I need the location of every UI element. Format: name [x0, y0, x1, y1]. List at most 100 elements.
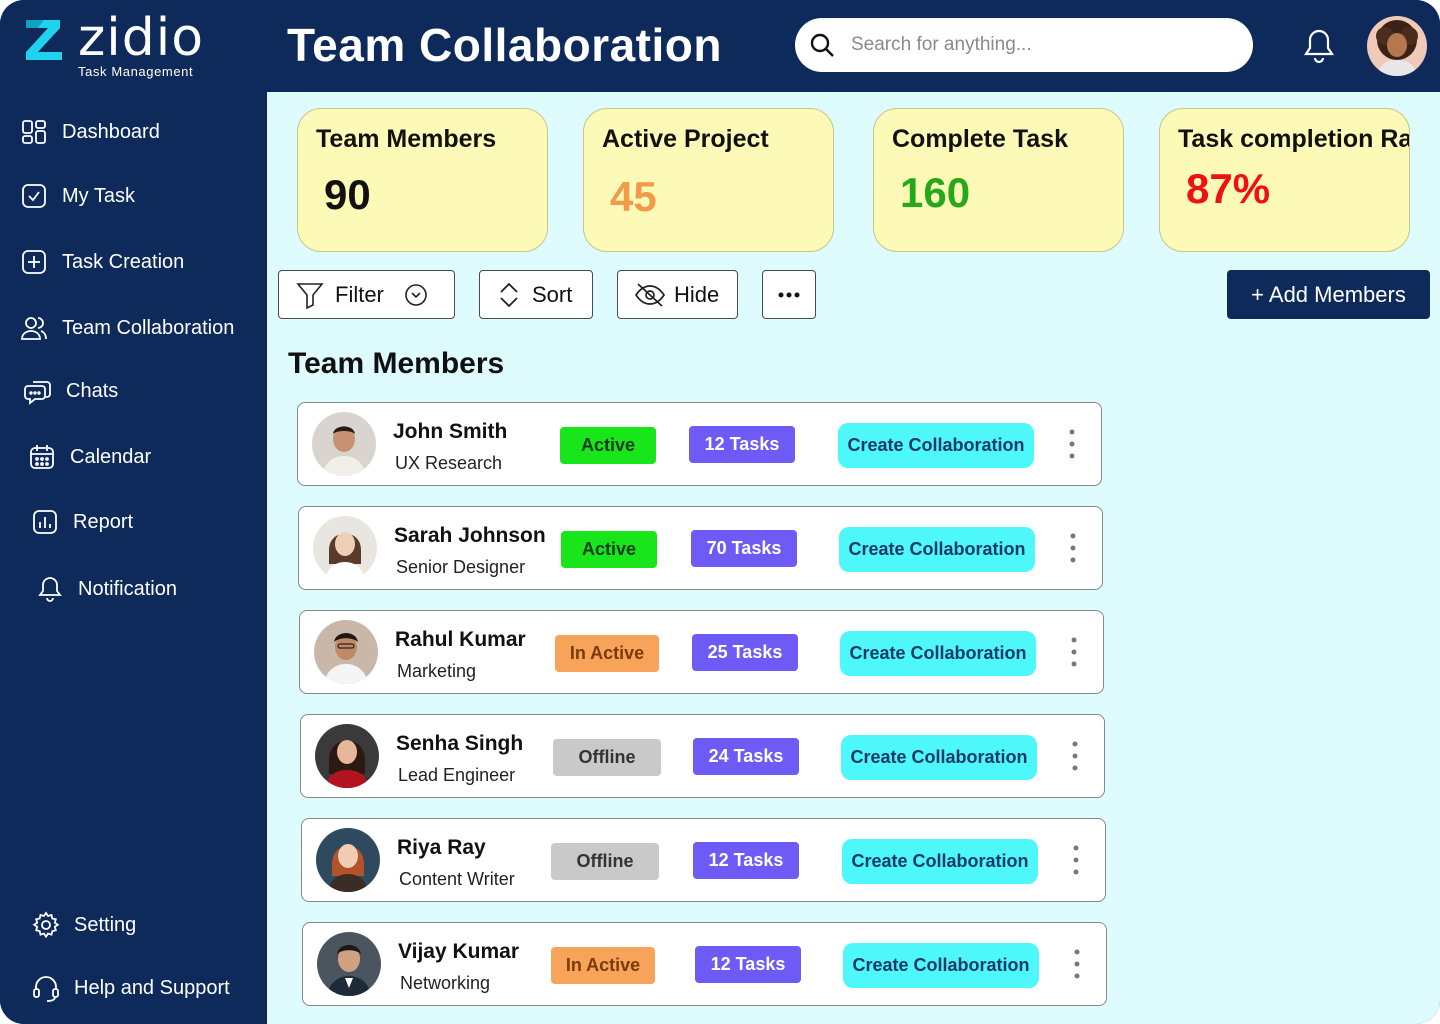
chevron-down-circle-icon: [405, 283, 427, 306]
filter-button[interactable]: Filter: [278, 270, 455, 319]
status-badge: Offline: [553, 739, 661, 776]
member-row: Senha Singh Lead Engineer Offline 24 Tas…: [300, 714, 1105, 798]
task-count-badge: 12 Tasks: [695, 946, 801, 983]
more-vertical-icon[interactable]: [1065, 427, 1079, 461]
more-vertical-icon[interactable]: [1068, 739, 1082, 773]
status-badge: In Active: [555, 635, 659, 672]
member-avatar: [313, 516, 377, 580]
member-role: Networking: [400, 973, 491, 993]
member-row: John Smith UX Research Active 12 Tasks C…: [297, 402, 1102, 486]
headset-icon: [33, 976, 59, 1002]
sidebar-item-task-creation[interactable]: Task Creation: [20, 248, 184, 276]
create-collaboration-button[interactable]: Create Collaboration: [843, 943, 1039, 988]
add-members-button[interactable]: + Add Members: [1227, 270, 1430, 319]
sidebar-item-label: Report: [73, 510, 134, 533]
filter-label: Filter: [335, 281, 384, 307]
user-avatar[interactable]: [1367, 16, 1427, 76]
eye-off-icon: [634, 282, 666, 307]
sidebar-item-my-task[interactable]: My Task: [20, 182, 135, 210]
sidebar-item-setting[interactable]: Setting: [32, 911, 136, 939]
status-badge: Offline: [551, 843, 659, 880]
member-row: Riya Ray Content Writer Offline 12 Tasks…: [301, 818, 1106, 902]
more-vertical-icon[interactable]: [1066, 531, 1080, 565]
task-count-badge: 70 Tasks: [691, 530, 797, 567]
member-name: Riya Ray: [397, 836, 486, 859]
member-role: UX Research: [395, 453, 503, 473]
member-avatar: [312, 412, 376, 476]
task-count-badge: 12 Tasks: [689, 426, 795, 463]
more-vertical-icon[interactable]: [1067, 635, 1081, 669]
create-collaboration-button[interactable]: Create Collaboration: [839, 527, 1035, 572]
member-role: Lead Engineer: [398, 765, 516, 785]
gear-icon: [32, 911, 60, 939]
search-input[interactable]: [851, 34, 1221, 56]
check-square-icon: [22, 184, 46, 208]
more-horizontal-icon: [778, 292, 800, 297]
search-bar[interactable]: [795, 18, 1253, 72]
sidebar-item-label: Help and Support: [74, 976, 230, 999]
top-header: Team Collaboration: [267, 0, 1440, 92]
filter-icon: [296, 282, 324, 309]
member-name: Vijay Kumar: [398, 940, 520, 963]
status-badge: In Active: [551, 947, 655, 984]
hide-button[interactable]: Hide: [617, 270, 738, 319]
stat-label: Complete Task: [892, 125, 1068, 153]
sidebar-item-report[interactable]: Report: [31, 508, 133, 536]
member-avatar: [317, 932, 381, 996]
member-name: Rahul Kumar: [395, 628, 526, 651]
users-icon: [21, 317, 47, 340]
notification-bell-icon[interactable]: [1303, 28, 1335, 64]
calendar-icon: [30, 445, 54, 469]
sidebar-item-chats[interactable]: Chats: [24, 377, 118, 405]
sidebar: zidio Task Management Dashboard My Task …: [0, 0, 267, 1024]
member-row: Vijay Kumar Networking In Active 12 Task…: [302, 922, 1107, 1006]
search-icon: [810, 33, 834, 57]
main-content: Team Members 90 Active Project 45 Comple…: [267, 92, 1440, 1024]
sidebar-item-notification[interactable]: Notification: [36, 575, 177, 603]
create-collaboration-button[interactable]: Create Collaboration: [840, 631, 1036, 676]
stat-card-active-project: Active Project 45: [583, 108, 834, 252]
create-collaboration-button[interactable]: Create Collaboration: [841, 735, 1037, 780]
stat-card-complete-task: Complete Task 160: [873, 108, 1124, 252]
bell-icon: [38, 577, 62, 602]
stat-card-team-members: Team Members 90: [297, 108, 548, 252]
more-vertical-icon[interactable]: [1069, 843, 1083, 877]
sidebar-item-label: Dashboard: [62, 120, 160, 143]
task-count-badge: 25 Tasks: [692, 634, 798, 671]
app-window: zidio Task Management Dashboard My Task …: [0, 0, 1440, 1024]
member-avatar: [315, 724, 379, 788]
chat-icon: [24, 381, 51, 405]
stat-value: 160: [900, 169, 971, 216]
sort-icon: [500, 282, 518, 307]
brand-logo[interactable]: zidio Task Management: [24, 8, 224, 84]
sidebar-item-help-and-support[interactable]: Help and Support: [32, 974, 230, 1002]
sidebar-item-label: Notification: [78, 577, 177, 600]
sidebar-item-label: Task Creation: [62, 250, 185, 273]
sort-button[interactable]: Sort: [479, 270, 593, 319]
sidebar-item-dashboard[interactable]: Dashboard: [20, 118, 160, 146]
member-name: Senha Singh: [396, 732, 524, 755]
task-count-badge: 24 Tasks: [693, 738, 799, 775]
stat-label: Active Project: [602, 125, 769, 153]
create-collaboration-button[interactable]: Create Collaboration: [842, 839, 1038, 884]
stat-card-task-completion-rate: Task completion Rate 87%: [1159, 108, 1410, 252]
hide-label: Hide: [674, 281, 720, 307]
zidio-logo-icon: [26, 20, 62, 60]
member-row: Sarah Johnson Senior Designer Active 70 …: [298, 506, 1103, 590]
sidebar-item-label: Setting: [74, 913, 137, 936]
sidebar-item-label: Team Collaboration: [62, 316, 235, 339]
more-options-button[interactable]: [762, 270, 816, 319]
status-badge: Active: [560, 427, 656, 464]
member-avatar: [316, 828, 380, 892]
sidebar-item-team-collaboration[interactable]: Team Collaboration: [20, 314, 234, 342]
task-count-badge: 12 Tasks: [693, 842, 799, 879]
status-badge: Active: [561, 531, 657, 568]
create-collaboration-button[interactable]: Create Collaboration: [838, 423, 1034, 468]
member-name: Sarah Johnson: [394, 524, 546, 547]
plus-square-icon: [22, 250, 46, 274]
more-vertical-icon[interactable]: [1070, 947, 1084, 981]
stat-value: 87%: [1186, 165, 1271, 212]
sidebar-item-calendar[interactable]: Calendar: [28, 443, 151, 471]
member-role: Senior Designer: [396, 557, 526, 577]
stat-value: 45: [610, 173, 657, 220]
